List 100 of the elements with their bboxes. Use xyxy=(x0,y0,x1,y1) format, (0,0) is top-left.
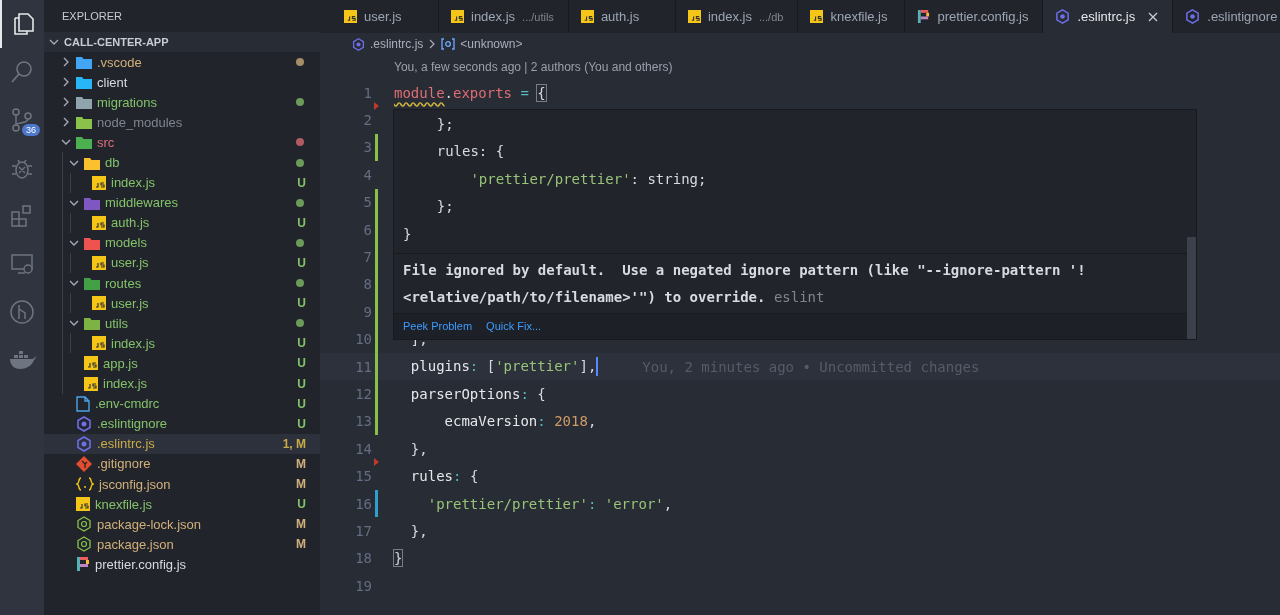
hexagon-icon xyxy=(1055,9,1071,24)
js-file-icon xyxy=(84,376,98,391)
folder-icon xyxy=(76,55,92,70)
tree-item[interactable]: routes xyxy=(44,273,320,294)
tree-item[interactable]: migrations xyxy=(44,92,320,113)
scrollbar-thumb[interactable] xyxy=(1187,237,1196,339)
tab-label: prettier.config.js xyxy=(937,9,1029,24)
editor-tab[interactable]: .eslintignore xyxy=(1173,0,1280,33)
tree-item[interactable]: prettier.config.js xyxy=(44,554,320,575)
tab-label: auth.js xyxy=(600,9,640,24)
tree-item[interactable]: auth.js U xyxy=(44,212,320,233)
git-status: U xyxy=(297,175,306,190)
git-status: M xyxy=(296,456,306,471)
tree-item[interactable]: node_modules xyxy=(44,112,320,133)
tree-item[interactable]: client xyxy=(44,72,320,93)
line-number: 6 xyxy=(362,221,372,238)
tree-item[interactable]: package.json M xyxy=(44,534,320,555)
folder-icon xyxy=(76,95,92,110)
file-name: user.js xyxy=(111,295,150,311)
line-number: 1 xyxy=(362,84,372,101)
search-icon xyxy=(9,59,35,85)
file-name: .env-cmdrc xyxy=(95,396,161,412)
code-lens[interactable]: You, a few seconds ago | 2 authors (You and others) xyxy=(320,55,1280,79)
tree-item[interactable]: user.js U xyxy=(44,293,320,314)
prettier-icon xyxy=(917,9,931,24)
tree-item[interactable]: app.js U xyxy=(44,353,320,374)
tree-item[interactable]: user.js U xyxy=(44,252,320,274)
file-name: .vscode xyxy=(97,54,143,70)
file-name: package.json xyxy=(97,536,175,552)
breadcrumb-item[interactable]: .eslintrc.js xyxy=(370,37,424,51)
code-line: parserOptions: { xyxy=(409,386,546,402)
deleted-marker-icon xyxy=(374,102,379,111)
git-status: U xyxy=(297,215,306,230)
tree-item[interactable]: .eslintignore U xyxy=(44,413,320,434)
tab-label: .eslintignore xyxy=(1207,9,1278,24)
file-name: utils xyxy=(105,315,130,331)
whale-icon xyxy=(8,349,36,371)
file-name: .eslintrc.js xyxy=(97,436,156,452)
git-status: U xyxy=(297,376,306,391)
activity-bar-button[interactable]: 36 xyxy=(0,96,44,144)
tree-item[interactable]: db xyxy=(44,152,320,173)
tree-item[interactable]: .gitignore M xyxy=(44,453,320,474)
tree-item[interactable]: knexfile.js U xyxy=(44,494,320,515)
file-name: user.js xyxy=(111,255,150,271)
deleted-marker-icon xyxy=(374,458,379,467)
editor-tab[interactable]: .eslintrc.js xyxy=(1043,0,1174,33)
js-file-icon xyxy=(92,296,106,311)
tree-item[interactable]: middlewares xyxy=(44,192,320,213)
file-name: index.js xyxy=(111,335,157,351)
tree-item[interactable]: utils xyxy=(44,313,320,334)
editor-tab[interactable]: index.js .../db xyxy=(675,0,799,33)
file-name: app.js xyxy=(103,355,139,371)
editor-tab[interactable]: knexfile.js xyxy=(798,0,906,33)
folder-icon xyxy=(84,235,100,250)
hover-action-link[interactable]: Peek Problem xyxy=(403,320,473,333)
tree-item[interactable]: index.js U xyxy=(44,333,320,354)
line-number: 13 xyxy=(354,413,372,430)
git-status: U xyxy=(297,396,306,411)
tree-item[interactable]: .vscode xyxy=(44,52,320,73)
line-number: 9 xyxy=(362,303,372,320)
file-name: routes xyxy=(105,275,143,291)
editor-tab[interactable]: user.js xyxy=(332,0,439,33)
line-number: 10 xyxy=(354,331,372,348)
file-name: auth.js xyxy=(111,215,151,231)
code-line: 'prettier/prettier': string; xyxy=(469,169,708,189)
line-number: 11 xyxy=(354,358,372,375)
node-hexagon-icon xyxy=(76,516,92,533)
tree-item[interactable]: index.js U xyxy=(44,172,320,193)
tree-item[interactable]: src xyxy=(44,132,320,153)
hexagon-icon xyxy=(1185,9,1201,24)
tree-item[interactable]: package-lock.json M xyxy=(44,514,320,535)
git-status: U xyxy=(297,336,306,351)
braces-icon xyxy=(76,477,94,491)
editor-tab[interactable]: auth.js xyxy=(568,0,676,33)
tree-item[interactable]: .eslintrc.js 1, M xyxy=(44,433,320,454)
close-icon[interactable] xyxy=(1148,11,1159,22)
breadcrumb-item[interactable]: <unknown> xyxy=(460,37,523,51)
source-control-icon xyxy=(9,107,35,133)
tab-label: knexfile.js xyxy=(830,9,888,24)
folder-icon xyxy=(84,276,100,291)
editor-tab[interactable]: index.js .../utils xyxy=(439,0,569,33)
folder-icon xyxy=(84,195,100,210)
js-file-icon xyxy=(451,10,464,23)
tree-item[interactable]: index.js U xyxy=(44,373,320,394)
git-status: 1, M xyxy=(282,436,306,451)
line-number: 2 xyxy=(362,112,372,129)
code-line: } xyxy=(394,550,403,567)
code-line: rules: { xyxy=(435,142,506,162)
sidebar-title: EXPLORER xyxy=(61,9,123,24)
tab-path: .../db xyxy=(758,10,784,23)
tree-item[interactable]: .env-cmdrc U xyxy=(44,393,320,414)
tree-item[interactable]: jsconfig.json M xyxy=(44,473,320,495)
project-header[interactable]: CALL-CENTER-APP xyxy=(44,32,320,52)
file-name: .eslintignore xyxy=(97,416,169,432)
js-file-icon xyxy=(92,215,106,230)
file-name: client xyxy=(97,74,129,90)
git-status: U xyxy=(297,296,306,311)
hover-action-link[interactable]: Quick Fix... xyxy=(486,320,542,333)
tree-item[interactable]: models xyxy=(44,232,320,253)
folder-icon xyxy=(76,135,92,150)
